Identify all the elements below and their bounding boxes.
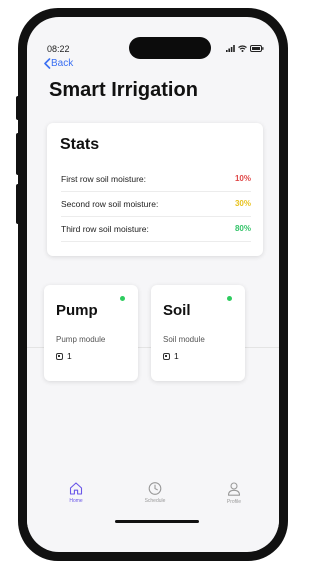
card-count-value: 1 (174, 351, 179, 361)
stats-row-third: Third row soil moisture: 80% (61, 217, 251, 242)
stats-row-label: First row soil moisture: (61, 174, 147, 184)
screen: 08:22 Back Smart Irrigation Stats First … (27, 17, 279, 552)
stats-card: Stats First row soil moisture: 10% Secon… (47, 123, 263, 256)
stats-row-label: Third row soil moisture: (61, 224, 149, 234)
soil-card[interactable]: Soil Soil module 1 (151, 285, 245, 381)
card-title: Pump (56, 302, 98, 319)
chevron-left-icon (44, 58, 51, 69)
chip-icon (163, 352, 170, 360)
tab-profile[interactable]: Profile (209, 482, 259, 505)
tab-schedule[interactable]: Schedule (130, 482, 180, 504)
status-time: 08:22 (47, 44, 70, 54)
status-dot (227, 296, 232, 301)
pump-card[interactable]: Pump Pump module 1 (44, 285, 138, 381)
back-button[interactable]: Back (43, 58, 73, 69)
signal-icon (226, 45, 235, 52)
stats-heading: Stats (60, 136, 100, 153)
tab-label: Home (69, 498, 83, 504)
card-title: Soil (163, 302, 191, 319)
tab-home[interactable]: Home (51, 482, 101, 504)
stats-row-value: 80% (234, 224, 251, 233)
home-indicator (115, 520, 199, 523)
wifi-icon (238, 45, 247, 52)
battery-icon (250, 45, 264, 52)
user-icon (227, 482, 241, 496)
tab-label: Profile (226, 499, 242, 505)
card-subtitle: Pump module (56, 335, 106, 344)
card-count: 1 (56, 351, 72, 361)
card-count-value: 1 (67, 351, 72, 361)
stats-row-second: Second row soil moisture: 30% (61, 192, 251, 217)
volume-down-button (16, 184, 21, 224)
volume-up-button (16, 133, 21, 175)
stats-row-label: Second row soil moisture: (61, 199, 159, 209)
card-subtitle: Soil module (163, 335, 205, 344)
system-icons (226, 45, 264, 52)
stats-row-value: 30% (234, 199, 251, 208)
home-icon (69, 482, 83, 495)
stats-row-first: First row soil moisture: 10% (61, 167, 251, 192)
dynamic-island (129, 37, 211, 59)
clock-icon (148, 482, 162, 495)
back-label: Back (51, 58, 74, 69)
card-count: 1 (163, 351, 179, 361)
status-dot (120, 296, 125, 301)
tab-label: Schedule (144, 498, 166, 504)
chip-icon (56, 352, 63, 360)
side-button (16, 96, 21, 120)
page-title: Smart Irrigation (49, 79, 198, 101)
stats-row-value: 10% (234, 174, 251, 183)
